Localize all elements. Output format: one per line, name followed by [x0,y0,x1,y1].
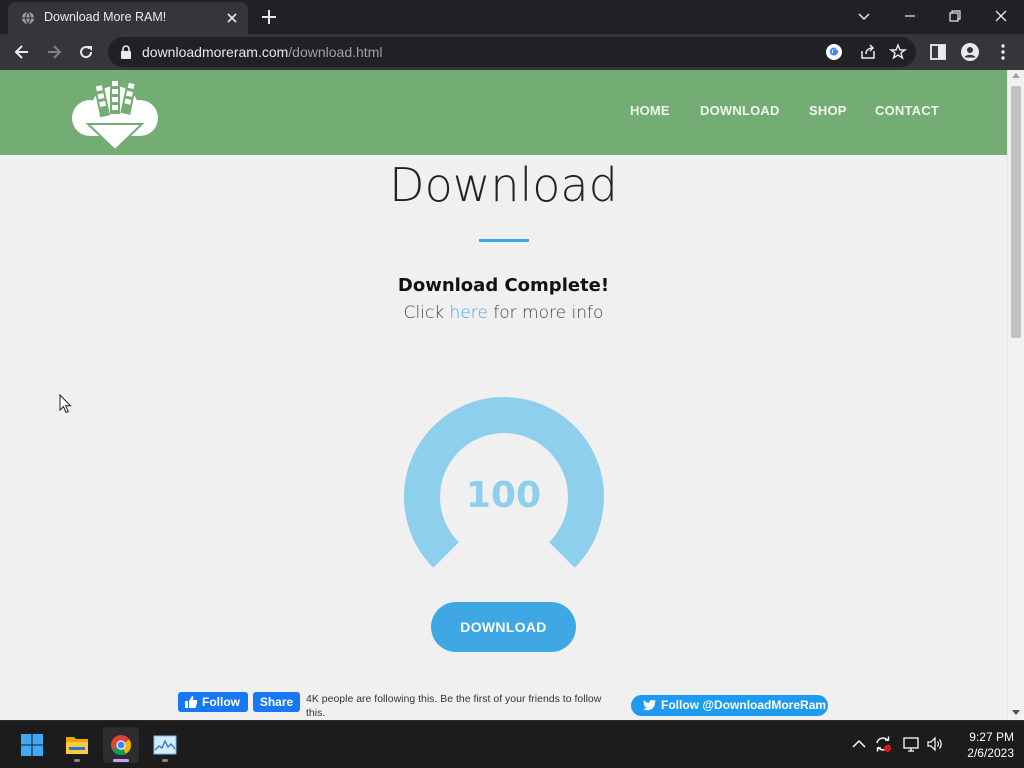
facebook-follow-button[interactable]: Follow [178,692,248,712]
scroll-up-arrow-icon[interactable] [1012,73,1020,78]
info-line: Click here for more info [0,303,1007,323]
page-viewport: HOME DOWNLOAD SHOP CONTACT Download Down… [0,70,1024,720]
twitter-bird-icon [643,699,656,711]
system-clock[interactable]: 9:27 PM 2/6/2023 [950,729,1014,761]
forward-icon[interactable] [44,42,64,62]
volume-icon[interactable] [926,735,944,753]
info-prefix: Click [403,303,450,323]
show-hidden-icons-icon[interactable] [850,735,868,753]
address-bar[interactable]: downloadmoreram.com/download.html [108,37,916,67]
profile-icon[interactable] [960,42,980,62]
info-link[interactable]: here [450,303,488,323]
browser-tabstrip: Download More RAM! [0,0,1024,34]
facebook-follow-text: 4K people are following this. Be the fir… [306,693,602,719]
network-icon[interactable] [902,735,920,753]
scrollbar-thumb[interactable] [1011,86,1021,338]
start-icon [21,734,43,756]
app-indicator [162,759,168,762]
nav-contact[interactable]: CONTACT [875,103,939,118]
close-window-icon[interactable] [991,6,1011,26]
site-logo[interactable] [68,76,162,152]
page-scrollbar[interactable] [1007,70,1024,720]
twitter-follow-button[interactable]: Follow @DownloadMoreRam [631,695,828,716]
menu-dots-icon[interactable] [993,42,1013,62]
share-icon[interactable] [858,42,878,62]
start-button[interactable] [14,727,50,763]
site-header: HOME DOWNLOAD SHOP CONTACT [0,70,1007,155]
chrome-icon [111,735,132,756]
lock-icon[interactable] [120,45,132,59]
sync-icon[interactable] [874,735,892,753]
browser-tab[interactable]: Download More RAM! [8,2,248,34]
task-manager-icon [153,735,177,755]
status-heading: Download Complete! [397,275,610,296]
new-tab-icon[interactable] [260,8,278,26]
facebook-share-button[interactable]: Share [253,692,300,712]
twitter-follow-label: Follow @DownloadMoreRam [661,698,827,712]
minimize-icon[interactable] [900,6,920,26]
facebook-follow-label: Follow [202,695,240,709]
mouse-cursor-icon [59,394,72,414]
title-divider [479,239,529,242]
page-title: Download [389,158,618,212]
taskbar-file-explorer[interactable] [59,727,95,763]
url-path: /download.html [288,44,383,60]
gauge-value: 100 [465,475,542,516]
info-suffix: for more info [487,303,604,323]
back-icon[interactable] [12,42,32,62]
reload-icon[interactable] [76,42,96,62]
app-indicator [113,759,129,762]
globe-icon [22,11,34,25]
nav-download[interactable]: DOWNLOAD [700,103,780,118]
taskbar-task-manager[interactable] [147,727,183,763]
url-domain: downloadmoreram.com [142,44,289,60]
file-explorer-icon [66,737,88,754]
clock-time: 9:27 PM [969,730,1014,744]
thumbs-up-icon [185,696,197,708]
taskbar: 9:27 PM 2/6/2023 [0,720,1024,768]
nav-home[interactable]: HOME [630,103,670,118]
clock-date: 2/6/2023 [967,746,1014,760]
bookmark-star-icon[interactable] [888,42,908,62]
google-icon[interactable] [824,42,844,62]
taskbar-chrome[interactable] [103,727,139,763]
tab-search-icon[interactable] [854,6,874,26]
close-tab-icon[interactable] [224,10,240,26]
download-button[interactable]: DOWNLOAD [431,602,576,652]
scroll-down-arrow-icon[interactable] [1012,710,1020,715]
url-text[interactable]: downloadmoreram.com/download.html [142,44,382,60]
browser-toolbar: downloadmoreram.com/download.html [0,34,1024,70]
app-indicator [74,759,80,762]
nav-shop[interactable]: SHOP [809,103,847,118]
restore-icon[interactable] [945,6,965,26]
tab-title: Download More RAM! [44,10,167,24]
side-panel-icon[interactable] [928,42,948,62]
